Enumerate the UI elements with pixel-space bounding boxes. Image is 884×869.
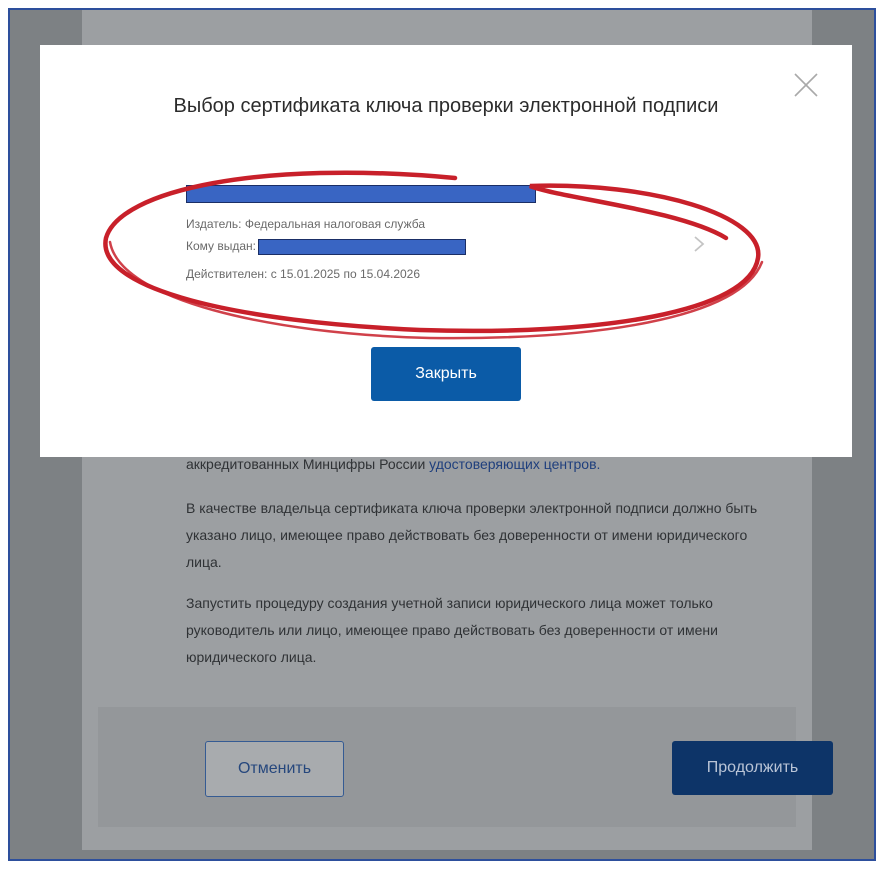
certificate-issuer-row: Издатель: Федеральная налоговая служба [186,217,425,231]
close-icon[interactable] [792,71,820,99]
close-button[interactable]: Закрыть [371,347,521,401]
issuer-label: Издатель: [186,217,242,231]
validity-to-date: 15.04.2026 [359,267,421,281]
issued-to-label: Кому выдан: [186,239,257,254]
accredited-centers-link[interactable]: удостоверяющих центров. [429,456,600,472]
certificate-name-redacted [186,185,536,203]
issuer-value: Федеральная налоговая служба [244,217,426,231]
certificate-selection-modal: Выбор сертификата ключа проверки электро… [40,45,852,457]
cancel-button[interactable]: Отменить [205,741,344,797]
chevron-right-icon[interactable] [692,235,706,253]
certificate-issued-to-row: Кому выдан: [186,239,467,255]
validity-label: Действителен: [186,267,268,281]
background-paragraph-owner: В качестве владельца сертификата ключа п… [186,500,758,570]
issued-to-redacted [258,239,467,255]
validity-from-prefix: с [270,267,277,281]
certificate-validity-row: Действителен: с 15.01.2025 по 15.04.2026 [186,267,420,281]
background-text-start: аккредитованных Минцифры России [186,456,426,472]
modal-title: Выбор сертификата ключа проверки электро… [173,95,719,117]
validity-to-prefix: по [343,267,357,281]
screenshot-frame: аккредитованных Минцифры России удостове… [8,8,876,861]
certificate-item[interactable]: Издатель: Федеральная налоговая служба К… [180,185,720,295]
continue-button[interactable]: Продолжить [672,741,833,795]
validity-from-date: 15.01.2025 [280,267,341,281]
background-paragraph-procedure: Запустить процедуру создания учетной зап… [186,595,718,665]
